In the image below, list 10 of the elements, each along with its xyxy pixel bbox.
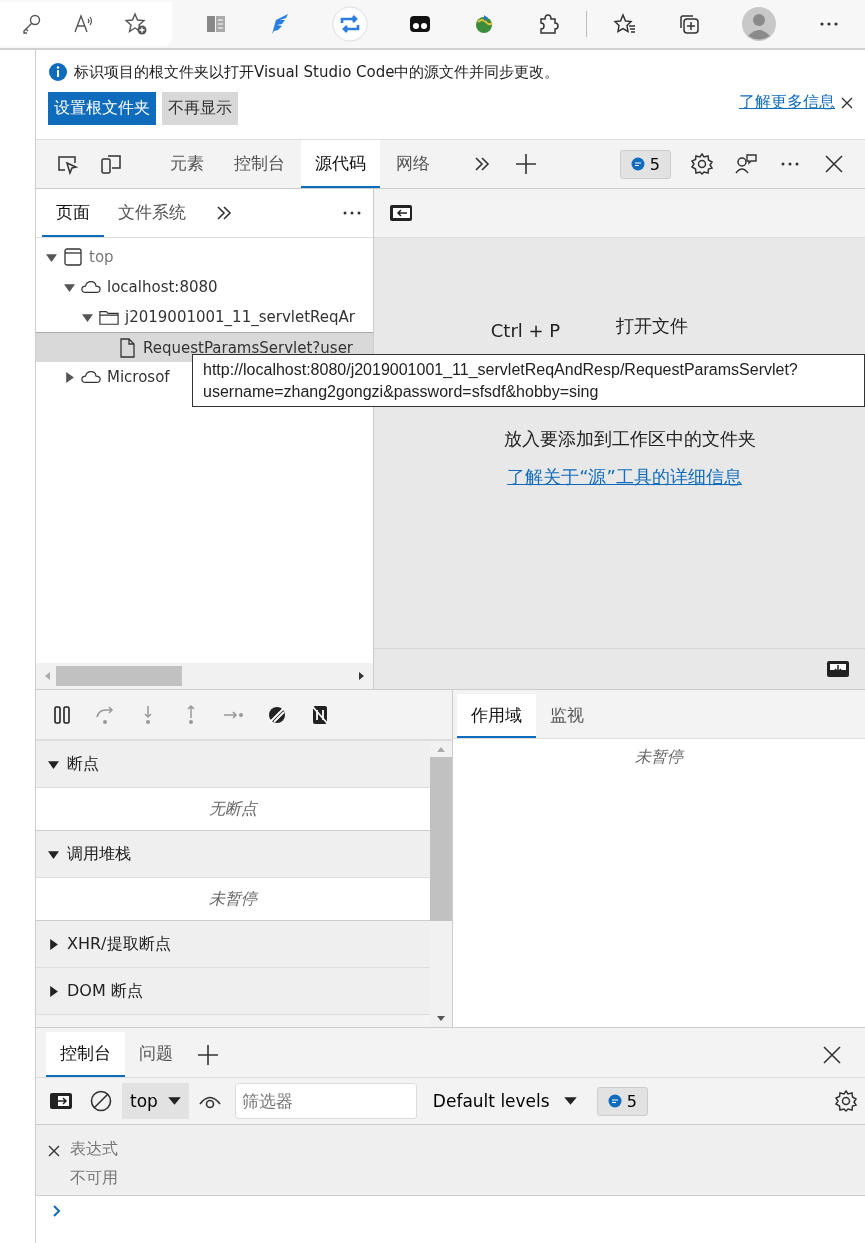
expression-value: 不可用 xyxy=(70,1168,118,1189)
infobar-message: 标识项目的根文件夹以打开Visual Studio Code中的源文件并同步更改。 xyxy=(74,62,560,82)
shortcut-key: Ctrl + P xyxy=(490,320,561,341)
expression-label: 表达式 xyxy=(70,1139,118,1160)
url-tooltip: http://localhost:8080/j2019001001_11_servletReqAndResp/RequestParamsServlet? username=zhang2gongzi&password=sfsdf&hobby=sing xyxy=(192,354,865,408)
empty-message: 无断点 xyxy=(209,798,257,820)
empty-message: 未暂停 xyxy=(635,747,683,768)
shortcut-action: 打开文件 xyxy=(616,314,689,338)
drop-hint: 放入要添加到工作区中的文件夹 xyxy=(503,427,756,451)
empty-message: 未暂停 xyxy=(209,888,257,910)
